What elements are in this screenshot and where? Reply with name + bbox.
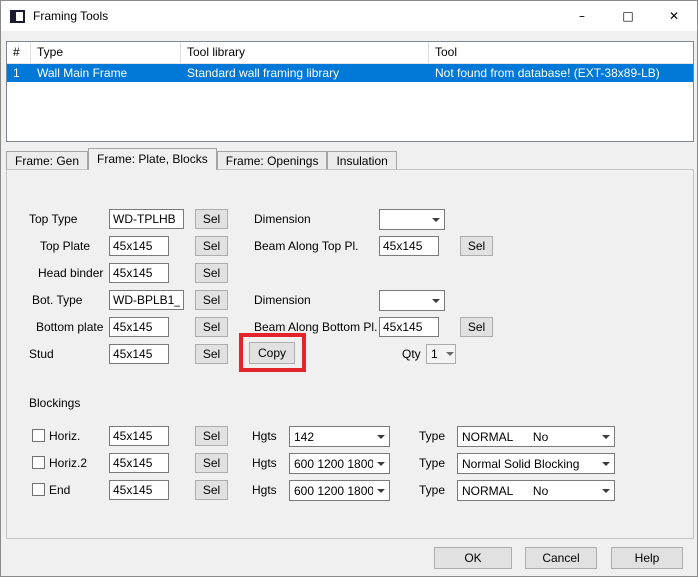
top-type-sel-button[interactable]: Sel [195,209,228,229]
beam-along-bottom-input[interactable] [379,317,439,337]
chevron-down-icon [598,427,614,446]
dimension-bottom-select[interactable] [379,290,445,311]
stud-label: Stud [29,347,54,361]
table-header-type[interactable]: Type [31,42,181,64]
cell-library: Standard wall framing library [181,66,429,80]
help-button[interactable]: Help [611,547,683,569]
title-bar: Framing Tools – □ ✕ [1,1,697,31]
beam-along-top-sel-button[interactable]: Sel [460,236,493,256]
bot-type-input[interactable] [109,290,184,310]
top-plate-sel-button[interactable]: Sel [195,236,228,256]
table-header-library[interactable]: Tool library [181,42,429,64]
horiz2-type-label: Type [419,456,445,470]
bot-type-label: Bot. Type [32,293,82,307]
ok-button[interactable]: OK [434,547,512,569]
stud-sel-button[interactable]: Sel [195,344,228,364]
window-controls: – □ ✕ [559,1,697,31]
chevron-down-icon [428,210,444,229]
blockings-label: Blockings [29,396,80,410]
horiz-sel-button[interactable]: Sel [195,426,228,446]
maximize-button[interactable]: □ [605,1,651,31]
horiz2-type-select[interactable]: Normal Solid Blocking [457,453,615,474]
top-type-input[interactable] [109,209,184,229]
horiz2-checkbox[interactable] [32,456,45,469]
head-binder-input[interactable] [109,263,169,283]
beam-along-bottom-label: Beam Along Bottom Pl. [254,320,377,334]
horiz-input[interactable] [109,426,169,446]
app-icon [10,10,25,23]
tab-frame-gen[interactable]: Frame: Gen [6,151,88,170]
dimension-bottom-label: Dimension [254,293,311,307]
horiz-checkbox[interactable] [32,429,45,442]
horiz-type-select[interactable]: NORMAL No [457,426,615,447]
chevron-down-icon [373,427,389,446]
cell-num: 1 [7,66,31,80]
cell-tool: Not found from database! (EXT-38x89-LB) [429,66,693,80]
horiz2-hgts-select[interactable]: 600 1200 1800 [289,453,390,474]
chevron-down-icon [598,454,614,473]
cell-type: Wall Main Frame [31,66,181,80]
end-type-label: Type [419,483,445,497]
end-sel-button[interactable]: Sel [195,480,228,500]
copy-button[interactable]: Copy [249,342,295,364]
tab-frame-plate-blocks[interactable]: Frame: Plate, Blocks [88,148,217,170]
tab-frame-openings[interactable]: Frame: Openings [217,151,328,170]
beam-along-top-label: Beam Along Top Pl. [254,239,359,253]
horiz2-label: Horiz.2 [49,456,87,470]
bot-type-sel-button[interactable]: Sel [195,290,228,310]
tab-insulation[interactable]: Insulation [327,151,396,170]
horiz2-input[interactable] [109,453,169,473]
horiz2-hgts-label: Hgts [252,456,277,470]
end-hgts-select[interactable]: 600 1200 1800 [289,480,390,501]
end-type-select[interactable]: NORMAL No [457,480,615,501]
cancel-button[interactable]: Cancel [525,547,597,569]
qty-label: Qty [402,347,421,361]
table-header-tool[interactable]: Tool [429,42,693,64]
qty-select[interactable]: 1 [426,344,456,364]
table-row[interactable]: 1 Wall Main Frame Standard wall framing … [7,64,693,82]
window-title: Framing Tools [33,9,108,23]
dimension-top-label: Dimension [254,212,311,226]
bottom-plate-input[interactable] [109,317,169,337]
chevron-down-icon [444,345,455,363]
head-binder-sel-button[interactable]: Sel [195,263,228,283]
bottom-plate-sel-button[interactable]: Sel [195,317,228,337]
beam-along-bottom-sel-button[interactable]: Sel [460,317,493,337]
chevron-down-icon [428,291,444,310]
top-type-label: Top Type [29,212,77,226]
end-input[interactable] [109,480,169,500]
framing-tools-dialog: Framing Tools – □ ✕ # Type Tool library … [0,0,698,577]
horiz-hgts-label: Hgts [252,429,277,443]
head-binder-label: Head binder [38,266,103,280]
tool-table-header: # Type Tool library Tool [7,42,693,64]
tab-bar: Frame: Gen Frame: Plate, Blocks Frame: O… [6,148,397,170]
end-label: End [49,483,70,497]
dimension-top-select[interactable] [379,209,445,230]
top-plate-label: Top Plate [40,239,90,253]
chevron-down-icon [598,481,614,500]
tool-table: # Type Tool library Tool 1 Wall Main Fra… [6,41,694,142]
end-checkbox[interactable] [32,483,45,496]
chevron-down-icon [373,454,389,473]
horiz-label: Horiz. [49,429,80,443]
chevron-down-icon [373,481,389,500]
horiz-hgts-select[interactable]: 142 [289,426,390,447]
end-hgts-label: Hgts [252,483,277,497]
top-plate-input[interactable] [109,236,169,256]
beam-along-top-input[interactable] [379,236,439,256]
horiz-type-label: Type [419,429,445,443]
minimize-button[interactable]: – [559,1,605,31]
bottom-plate-label: Bottom plate [36,320,103,334]
stud-input[interactable] [109,344,169,364]
horiz2-sel-button[interactable]: Sel [195,453,228,473]
close-button[interactable]: ✕ [651,1,697,31]
plate-blocks-panel: Top Type Sel Dimension Top Plate Sel Bea… [6,169,694,539]
table-header-num[interactable]: # [7,42,31,64]
